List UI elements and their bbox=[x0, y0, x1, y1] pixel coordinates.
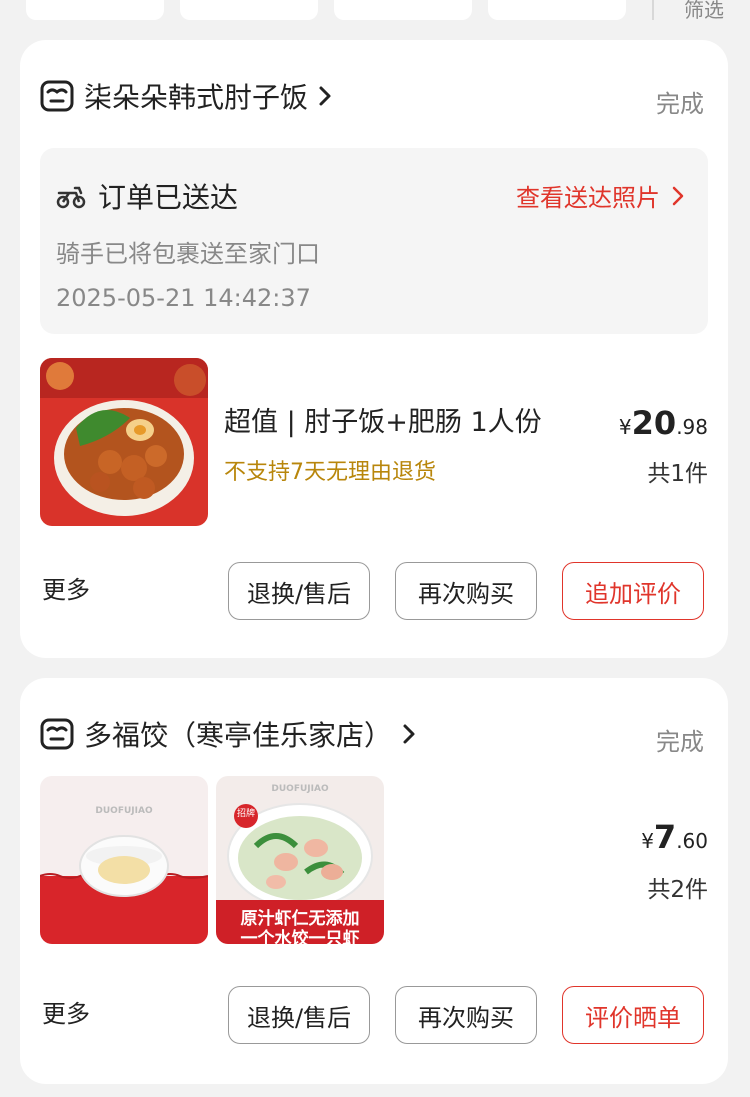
buy-again-button[interactable]: 再次购买 bbox=[395, 562, 537, 620]
view-delivery-photo-label: 查看送达照片 bbox=[516, 184, 660, 212]
signature-badge: 招牌 bbox=[236, 809, 255, 819]
price-integer: 7 bbox=[653, 818, 677, 856]
price-integer: 20 bbox=[631, 404, 677, 442]
price-currency: ¥ bbox=[618, 415, 632, 439]
chevron-right-icon bbox=[672, 186, 684, 205]
price-currency: ¥ bbox=[641, 829, 654, 853]
more-button[interactable]: 更多 bbox=[42, 570, 90, 605]
more-button[interactable]: 更多 bbox=[42, 994, 90, 1029]
order-status: 完成 bbox=[656, 728, 704, 756]
chevron-right-icon bbox=[319, 86, 331, 106]
order-card[interactable]: 柒朵朵韩式肘子饭 完成 订单已送达 查看送达照片 骑手已将包裹送至家门口 202… bbox=[20, 40, 728, 658]
item-count: 共2件 bbox=[647, 877, 708, 903]
brand-caption: DUOFUJIAO bbox=[271, 784, 329, 794]
delivery-title: 订单已送达 bbox=[98, 181, 239, 214]
return-policy-note: 不支持7天无理由退货 bbox=[224, 460, 436, 485]
image-text-line2: 一个水饺一只虾 bbox=[240, 929, 360, 944]
add-review-button[interactable]: 追加评价 bbox=[562, 562, 704, 620]
order-price: ¥7.60 bbox=[641, 818, 708, 856]
product-image[interactable]: DUOFUJIAO 招牌 原汁虾仁无添加 一个水饺一只虾 bbox=[216, 776, 384, 944]
item-count: 共1件 bbox=[647, 461, 708, 487]
filter-divider bbox=[652, 0, 654, 20]
after-sales-button[interactable]: 退换/售后 bbox=[228, 562, 370, 620]
store-icon bbox=[40, 80, 74, 112]
review-with-photos-button[interactable]: 评价晒单 bbox=[562, 986, 704, 1044]
store-name: 柒朵朵韩式肘子饭 bbox=[84, 81, 309, 114]
brand-caption: DUOFUJIAO bbox=[95, 806, 153, 816]
order-card[interactable]: 多福饺（寒亭佳乐家店） 完成 DUOFUJIAO DUOFUJIAO 招牌 原汁… bbox=[20, 678, 728, 1084]
price-decimal: .98 bbox=[676, 415, 708, 439]
view-delivery-photo-link[interactable]: 查看送达照片 bbox=[516, 178, 684, 213]
product-title[interactable]: 超值 | 肘子饭+肥肠 1人份 bbox=[224, 400, 542, 439]
store-icon bbox=[40, 718, 74, 750]
filter-bar: 筛选 bbox=[0, 0, 750, 22]
store-header[interactable]: 柒朵朵韩式肘子饭 bbox=[40, 76, 332, 116]
price-decimal: .60 bbox=[676, 829, 708, 853]
after-sales-button[interactable]: 退换/售后 bbox=[228, 986, 370, 1044]
delivery-time: 2025-05-21 14:42:37 bbox=[56, 284, 311, 312]
delivery-status-box: 订单已送达 查看送达照片 骑手已将包裹送至家门口 2025-05-21 14:4… bbox=[40, 148, 708, 334]
product-image[interactable]: DUOFUJIAO bbox=[40, 776, 208, 944]
order-status: 完成 bbox=[656, 90, 704, 118]
product-image[interactable] bbox=[40, 358, 208, 526]
filter-chip[interactable] bbox=[334, 0, 472, 20]
scooter-icon bbox=[56, 186, 86, 209]
chevron-right-icon bbox=[403, 724, 415, 744]
filter-chip[interactable] bbox=[180, 0, 318, 20]
store-name: 多福饺（寒亭佳乐家店） bbox=[84, 719, 393, 752]
store-header[interactable]: 多福饺（寒亭佳乐家店） bbox=[40, 714, 416, 754]
buy-again-button[interactable]: 再次购买 bbox=[395, 986, 537, 1044]
delivery-description: 骑手已将包裹送至家门口 bbox=[56, 240, 320, 268]
filter-chip[interactable] bbox=[26, 0, 164, 20]
filter-button[interactable]: 筛选 bbox=[684, 0, 724, 23]
order-price: ¥20.98 bbox=[619, 404, 708, 442]
filter-chip[interactable] bbox=[488, 0, 626, 20]
